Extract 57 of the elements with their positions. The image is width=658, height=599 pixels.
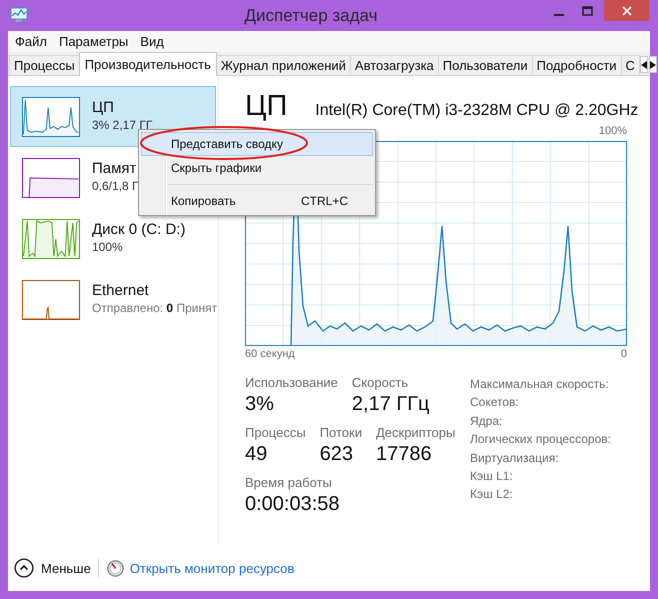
app-icon bbox=[10, 7, 28, 23]
tab[interactable]: Производительность bbox=[78, 52, 217, 76]
item-detail: 3% 2,17 ГГ bbox=[92, 117, 152, 133]
sidebar-item[interactable]: Ethernet Отправлено: 0 Принят bbox=[10, 269, 216, 330]
scale-label: 100% bbox=[598, 125, 627, 137]
menu-item[interactable]: Представить сводку bbox=[141, 132, 373, 156]
spec-label: Максимальная скорость: bbox=[470, 376, 610, 393]
stat-label: Использование bbox=[245, 375, 338, 391]
resource-monitor-link[interactable]: Открыть монитор ресурсов bbox=[106, 560, 294, 576]
item-name: Диск 0 (C: D:) bbox=[92, 221, 186, 239]
stat-value: 0:00:03:58 bbox=[245, 492, 340, 517]
gauge-icon bbox=[106, 560, 124, 576]
close-icon bbox=[622, 6, 632, 16]
window-title: Диспетчер задач bbox=[244, 5, 378, 27]
stat-label: Скорость bbox=[352, 375, 410, 391]
menu-item[interactable]: Параметры bbox=[52, 31, 134, 52]
item-name: Памят bbox=[92, 160, 138, 178]
minimize-icon bbox=[554, 14, 564, 16]
close-button[interactable] bbox=[604, 0, 649, 21]
stat-label: Потоки bbox=[320, 425, 362, 441]
panel-title: ЦП bbox=[245, 89, 288, 123]
cpu-model: Intel(R) Core(TM) i3-2328M CPU @ 2.20GHz bbox=[315, 102, 638, 120]
stat-value: 49 bbox=[245, 442, 268, 467]
stat-value: 3% bbox=[245, 392, 275, 417]
stat-value: 17786 bbox=[376, 442, 433, 467]
tab[interactable]: С bbox=[620, 55, 640, 75]
stat-value: 623 bbox=[320, 442, 354, 467]
scroll-right-button[interactable] bbox=[648, 56, 657, 73]
chevron-up-icon bbox=[14, 558, 34, 578]
stat-label: Время работы bbox=[245, 475, 333, 491]
spec-label: Ядра: bbox=[470, 412, 504, 430]
stat-label: Процессы bbox=[245, 425, 306, 441]
item-detail: Отправлено: 0 Принят bbox=[92, 300, 218, 316]
menu-item[interactable]: Файл bbox=[9, 31, 53, 52]
spec-label: Логических процессоров: bbox=[470, 431, 611, 448]
maximize-icon bbox=[582, 6, 592, 16]
menu-item[interactable]: Вид bbox=[134, 31, 170, 52]
spec-label: Сокетов: bbox=[470, 394, 520, 412]
time-end-label: 0 bbox=[620, 347, 627, 361]
spec-label: Кэш L2: bbox=[470, 486, 514, 504]
spec-label: Кэш L1: bbox=[470, 468, 514, 486]
item-detail: 100% bbox=[92, 239, 124, 255]
tab[interactable]: Подробности bbox=[532, 55, 622, 75]
right-arrow-icon bbox=[650, 60, 656, 68]
tab[interactable]: Автозагрузка bbox=[350, 55, 439, 75]
left-arrow-icon bbox=[640, 60, 647, 68]
item-name: ЦП bbox=[92, 99, 115, 117]
item-detail: 0,6/1,8 Г bbox=[92, 178, 139, 194]
menu-item[interactable]: Скрыть графики bbox=[141, 156, 373, 180]
item-name: Ethernet bbox=[92, 282, 150, 300]
fewer-button[interactable]: Меньше bbox=[14, 558, 91, 578]
spec-label: Виртуализация: bbox=[470, 450, 560, 467]
time-span-label: 60 секунд bbox=[245, 347, 295, 361]
tab[interactable]: Журнал приложений bbox=[216, 55, 351, 75]
stat-value: 2,17 ГГц bbox=[352, 392, 430, 417]
stat-label: Дескрипторы bbox=[376, 425, 456, 441]
tab[interactable]: Процессы bbox=[9, 55, 80, 75]
